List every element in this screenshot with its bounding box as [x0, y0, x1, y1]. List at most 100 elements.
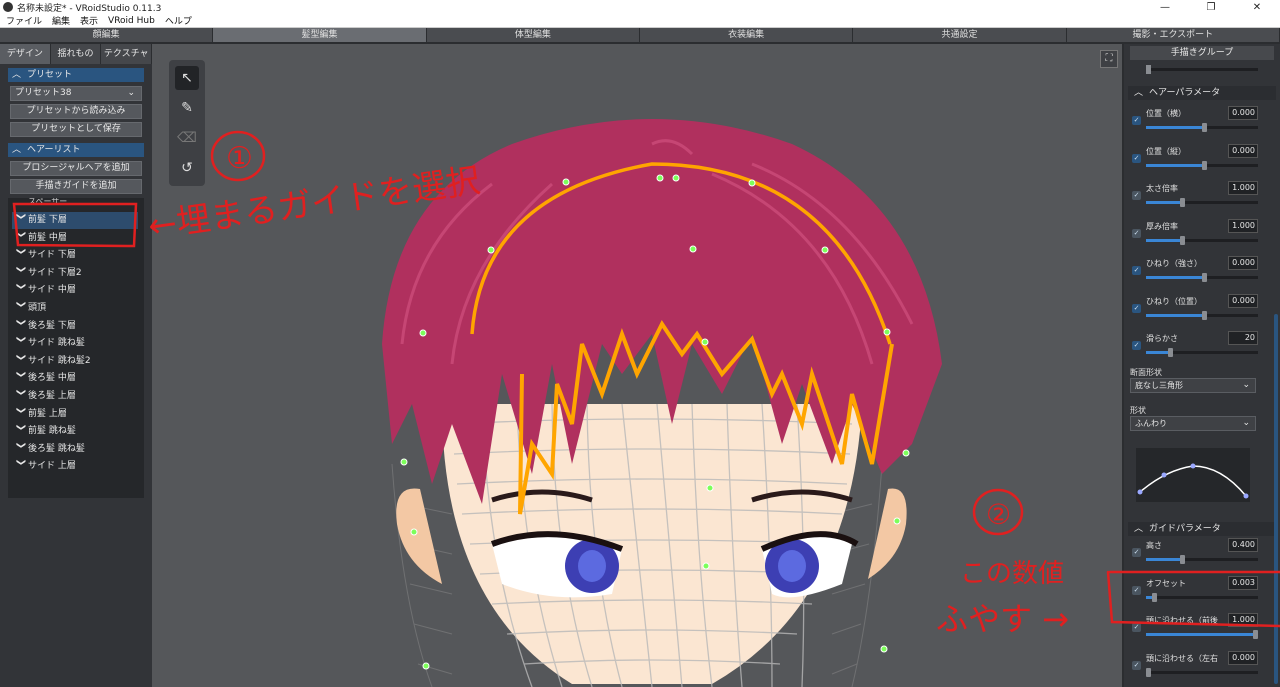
chevron-down-icon[interactable]: ❯	[12, 389, 29, 405]
param-value-input[interactable]: 1.000	[1228, 218, 1258, 233]
param-slider[interactable]	[1146, 348, 1258, 357]
subtab-texture[interactable]: テクスチャ	[101, 44, 153, 64]
param-value-input[interactable]: 1.000	[1228, 181, 1258, 195]
chevron-down-icon[interactable]: ❯	[12, 230, 29, 246]
guide-params-section-header[interactable]: ︿ ガイドパラメータ	[1128, 522, 1276, 536]
minimize-button[interactable]: —	[1142, 2, 1188, 13]
param-slider[interactable]	[1146, 667, 1258, 677]
param-checkbox[interactable]: ✓	[1132, 191, 1141, 200]
subtab-design[interactable]: デザイン	[0, 44, 51, 64]
chevron-down-icon[interactable]: ❯	[12, 318, 29, 334]
param-slider[interactable]	[1146, 310, 1258, 320]
tab-face[interactable]: 顔編集	[0, 28, 214, 42]
param-slider[interactable]	[1146, 123, 1258, 132]
cross-section-dropdown[interactable]: 底なし三角形 ⌄	[1130, 378, 1256, 393]
hair-list-item[interactable]: ❯ 前髪 中層	[12, 230, 138, 247]
tab-hair[interactable]: 髪型編集	[213, 28, 427, 42]
hair-list-item[interactable]: ❯ 頭頂	[12, 300, 138, 317]
param-slider[interactable]	[1146, 555, 1258, 564]
chevron-down-icon[interactable]: ❯	[12, 459, 29, 475]
param-slider[interactable]	[1146, 273, 1258, 282]
param-value-input[interactable]: 0.000	[1228, 143, 1258, 158]
hair-list-item[interactable]: ❯ サイド 中層	[12, 282, 138, 299]
param-checkbox[interactable]: ✓	[1132, 548, 1141, 557]
hair-list-item[interactable]: ❯ サイド 下層2	[12, 265, 138, 282]
param-value-input[interactable]: 0.000	[1228, 293, 1258, 308]
chevron-down-icon[interactable]: ❯	[12, 265, 29, 281]
save-preset-button[interactable]: プリセットとして保存	[10, 122, 142, 137]
param-slider[interactable]	[1146, 198, 1258, 207]
eraser-tool-icon[interactable]: ⌫	[175, 126, 199, 150]
param-slider-knob[interactable]	[1168, 348, 1174, 357]
tab-export[interactable]: 撮影・エクスポート	[1066, 28, 1280, 42]
add-procedural-hair-button[interactable]: プロシージャルヘアを追加	[10, 161, 142, 176]
param-slider-knob[interactable]	[1146, 667, 1151, 677]
hair-params-section-header[interactable]: ︿ ヘアーパラメータ	[1128, 86, 1276, 100]
chevron-down-icon[interactable]: ❯	[12, 371, 29, 387]
param-value-input[interactable]: 20	[1228, 331, 1258, 345]
chevron-down-icon[interactable]: ❯	[12, 336, 29, 352]
subtab-physics[interactable]: 揺れもの	[50, 44, 102, 64]
param-checkbox[interactable]: ✓	[1132, 153, 1141, 163]
3d-viewport[interactable]: ↖ ✎ ⌫ ↺ ⛶	[152, 44, 1122, 687]
maximize-button[interactable]: ❐	[1188, 2, 1234, 13]
chevron-down-icon[interactable]: ❯	[12, 213, 29, 229]
chevron-down-icon[interactable]: ❯	[12, 248, 29, 264]
hair-list-item[interactable]: ❯ サイド 跳ね髪2	[12, 353, 138, 370]
menu-view[interactable]: 表示	[80, 14, 98, 27]
param-slider[interactable]	[1146, 592, 1258, 602]
param-value-input[interactable]: 0.003	[1228, 575, 1258, 590]
param-slider-knob[interactable]	[1253, 630, 1258, 639]
chevron-down-icon[interactable]: ❯	[12, 283, 29, 299]
param-checkbox[interactable]: ✓	[1132, 116, 1141, 125]
param-slider-knob[interactable]	[1151, 592, 1157, 602]
param-value-input[interactable]: 1.000	[1228, 613, 1258, 627]
param-slider[interactable]	[1146, 160, 1258, 170]
preset-dropdown[interactable]: プリセット38 ⌄	[10, 86, 142, 101]
param-checkbox[interactable]: ✓	[1132, 303, 1141, 313]
tab-body[interactable]: 体型編集	[426, 28, 640, 42]
param-checkbox[interactable]: ✓	[1132, 660, 1141, 670]
chevron-down-icon[interactable]: ❯	[12, 424, 29, 440]
param-slider-knob[interactable]	[1202, 160, 1207, 170]
hair-list-item[interactable]: ❯ サイド 上層	[12, 458, 138, 475]
add-guide-button[interactable]: 手描きガイドを追加	[10, 179, 142, 194]
hair-list-item[interactable]: ❯ 前髪 上層	[12, 406, 138, 423]
param-slider-knob[interactable]	[1179, 198, 1185, 207]
shape-dropdown[interactable]: ふんわり ⌄	[1130, 416, 1256, 431]
right-panel-scrollbar[interactable]	[1274, 314, 1278, 684]
param-slider-knob[interactable]	[1202, 310, 1207, 320]
param-value-input[interactable]: 0.000	[1228, 256, 1258, 270]
hairlist-section-header[interactable]: ︿ ヘアーリスト	[8, 143, 144, 157]
preset-section-header[interactable]: ︿ プリセット	[8, 68, 144, 82]
chevron-down-icon[interactable]: ❯	[12, 406, 29, 422]
param-slider-knob[interactable]	[1202, 123, 1207, 132]
camera-reset-icon[interactable]: ⛶	[1100, 50, 1118, 68]
tab-outfit[interactable]: 衣装編集	[639, 28, 854, 42]
param-slider-knob[interactable]	[1179, 235, 1185, 245]
param-checkbox[interactable]: ✓	[1132, 623, 1141, 632]
param-value-input[interactable]: 0.000	[1228, 106, 1258, 120]
hair-list-item[interactable]: ❯ 前髪 下層	[12, 212, 138, 229]
param-value-input[interactable]: 0.000	[1228, 650, 1258, 665]
pen-tool-icon[interactable]: ✎	[175, 96, 199, 120]
tab-common[interactable]: 共通設定	[853, 28, 1067, 42]
shape-curve-editor[interactable]	[1136, 448, 1250, 502]
slider-knob[interactable]	[1146, 65, 1151, 74]
hair-list-item[interactable]: ❯ 前髪 跳ね髪	[12, 423, 138, 440]
close-button[interactable]: ✕	[1234, 2, 1280, 13]
scroll-partial-slider[interactable]	[1146, 65, 1258, 74]
menu-vroid-hub[interactable]: VRoid Hub	[108, 16, 155, 26]
param-slider-knob[interactable]	[1179, 555, 1185, 564]
chevron-down-icon[interactable]: ❯	[12, 441, 29, 457]
hair-list-item[interactable]: ❯ 後ろ髪 上層	[12, 388, 138, 405]
param-checkbox[interactable]: ✓	[1132, 341, 1141, 350]
param-value-input[interactable]: 0.400	[1228, 538, 1258, 552]
chevron-down-icon[interactable]: ❯	[12, 301, 29, 317]
hair-list-item[interactable]: ❯ 後ろ髪 中層	[12, 370, 138, 387]
chevron-down-icon[interactable]: ❯	[12, 353, 29, 369]
menu-help[interactable]: ヘルプ	[165, 14, 192, 27]
param-checkbox[interactable]: ✓	[1132, 585, 1141, 595]
menu-edit[interactable]: 編集	[52, 14, 70, 27]
hair-list-item[interactable]: ❯ 後ろ髪 跳ね髪	[12, 441, 138, 458]
